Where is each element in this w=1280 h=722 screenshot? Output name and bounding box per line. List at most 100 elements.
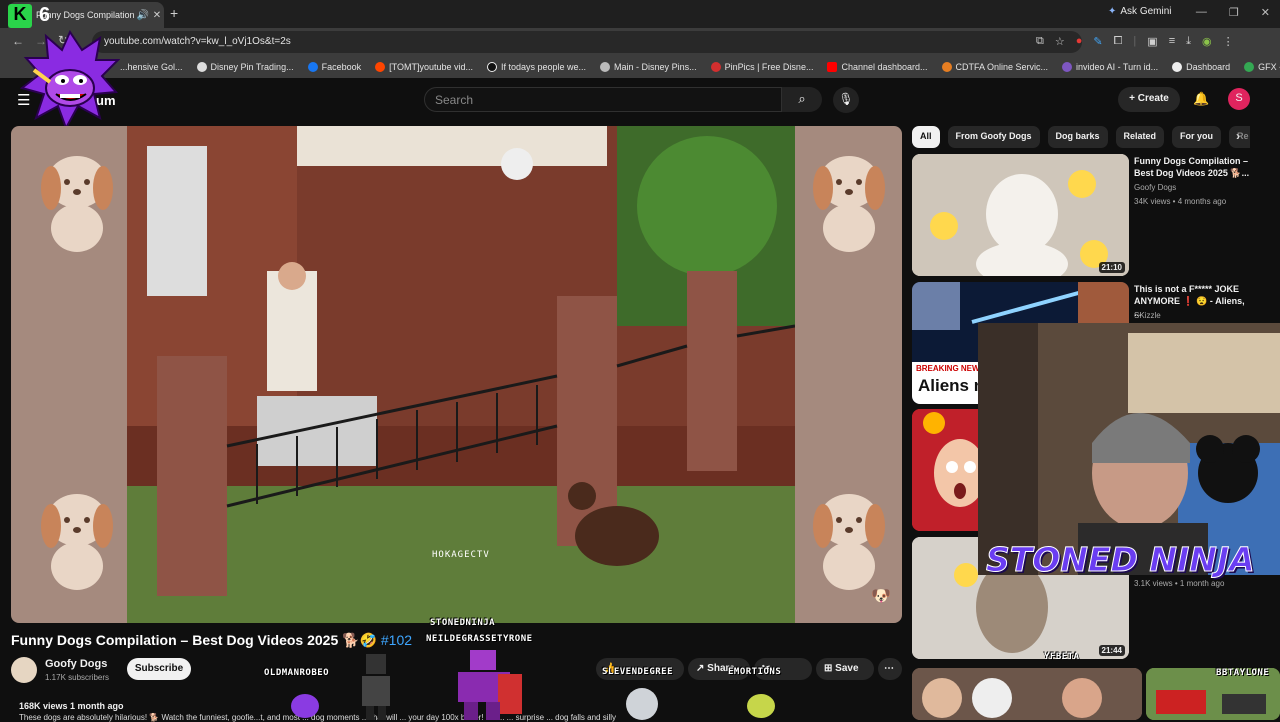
bookmark-item[interactable]: If todays people we... — [486, 62, 586, 72]
tab-audio-icon[interactable]: 🔊 — [136, 10, 150, 21]
purple-mascot-graphic — [20, 30, 120, 130]
youtube-header: ☰ um Search ⌕ 🎙 + Create 🔔 S — [0, 78, 1280, 120]
ask-gemini-button[interactable]: ✦ Ask Gemini — [1108, 6, 1172, 17]
rec-thumbnail[interactable]: 21:10 — [912, 154, 1129, 276]
close-window-icon[interactable]: ✕ — [1261, 6, 1270, 19]
channel-name[interactable]: Goofy Dogs — [45, 658, 107, 670]
chip-related[interactable]: Related — [1115, 126, 1165, 148]
overlay-username: YFBETA — [1044, 652, 1080, 662]
bookmark-item[interactable]: [TOMT]youtube vid... — [375, 62, 473, 72]
separator-icon: | — [1133, 35, 1137, 47]
voice-search-button[interactable]: 🎙 — [833, 87, 859, 113]
dashboard-icon — [1172, 62, 1183, 72]
chat-sprite-purple — [291, 694, 319, 718]
puppy-pattern-graphic — [813, 494, 885, 590]
download-icon[interactable]: ⤓ — [1186, 35, 1191, 48]
subscriber-count: 1.17K subscribers — [45, 673, 110, 682]
bookmark-item[interactable]: PinPics | Free Disne... — [710, 62, 813, 72]
url-text: youtube.com/watch?v=kw_l_oVj1Os&t=2s — [104, 36, 291, 47]
puppy-pattern-graphic — [813, 156, 885, 252]
create-button[interactable]: + Create — [1118, 87, 1180, 112]
rec-duration: 21:10 — [1098, 262, 1125, 273]
extensions-puzzle-icon[interactable]: ⧠ — [1114, 35, 1123, 48]
new-tab-button[interactable]: + — [170, 5, 178, 21]
tiktok-icon — [486, 62, 497, 72]
bookmark-item[interactable]: Disney Pin Trading... — [196, 62, 294, 72]
video-frame[interactable]: HOKAGECTV — [127, 126, 795, 623]
profile-icon[interactable]: ◉ — [1202, 35, 1212, 48]
rec-channel[interactable]: SKizzle — [1134, 310, 1161, 322]
avatar-letter: S — [1235, 92, 1243, 104]
subscribe-button[interactable]: Subscribe — [127, 658, 191, 680]
views-and-date: 168K views 1 month ago — [19, 701, 124, 711]
channel-avatar[interactable] — [11, 657, 37, 683]
overlay-username: STONEDNINJA — [430, 618, 496, 628]
bookmark-item[interactable]: GFX - Google Drive — [1244, 62, 1280, 72]
invideo-icon — [1062, 62, 1073, 72]
menu-dots-icon[interactable]: ⋮ — [1223, 35, 1234, 48]
streamer-name-overlay: STONED NINJA — [986, 540, 1256, 580]
bookmark-item[interactable]: Facebook — [307, 62, 361, 72]
chat-sprite-mummy — [626, 688, 658, 720]
chat-sprite-robot — [362, 654, 390, 720]
video-hashtag[interactable]: #102 — [381, 632, 412, 648]
more-actions-button[interactable]: ⋯ — [878, 658, 902, 680]
bookmark-item[interactable]: CDTFA Online Servic... — [941, 62, 1048, 72]
overlay-username: SLEVENDEGREE — [602, 667, 674, 677]
chip-for-you[interactable]: For you — [1172, 126, 1222, 148]
tab-close-icon[interactable]: ✕ — [150, 10, 164, 21]
ask-gemini-label: Ask Gemini — [1120, 6, 1172, 17]
window-controls: — ❐ ✕ — [1196, 6, 1270, 19]
search-icon: ⌕ — [798, 91, 806, 106]
video-title: Funny Dogs Compilation – Best Dog Videos… — [11, 632, 412, 649]
rec-title[interactable]: Funny Dogs Compilation – Best Dog Videos… — [1134, 155, 1250, 179]
puppy-pattern-graphic — [41, 156, 113, 252]
media-icon[interactable]: ≡ — [1169, 35, 1175, 48]
chip-all[interactable]: All — [912, 126, 940, 148]
search-input[interactable]: Search — [424, 87, 782, 112]
bookmark-item[interactable]: ...hensive Gol... — [120, 62, 183, 72]
aliens-label: Aliens n — [918, 376, 985, 395]
rec-channel[interactable]: Goofy Dogs — [1134, 182, 1176, 194]
restore-icon[interactable]: ❐ — [1229, 6, 1239, 19]
bookmarks-bar: ...hensive Gol... Disney Pin Trading... … — [0, 56, 1280, 78]
chip-dog-barks[interactable]: Dog barks — [1047, 126, 1108, 148]
extension-toolbar: ⧉ ☆ ● ✎ ⧠ | ▣ ≡ ⤓ ◉ ⋮ — [1036, 35, 1234, 48]
stream-logo-k: K — [8, 4, 32, 28]
search-button[interactable]: ⌕ — [782, 87, 822, 112]
youtube-studio-icon — [827, 62, 838, 72]
account-avatar[interactable]: S — [1228, 88, 1250, 110]
minimize-icon[interactable]: — — [1196, 6, 1207, 19]
gemini-icon: ✦ — [1108, 6, 1117, 17]
save-button[interactable]: ⊞ Save — [816, 658, 874, 680]
rec-meta: 3.1K views • 1 month ago — [1134, 579, 1225, 588]
rec-thumbnail[interactable] — [912, 668, 1142, 720]
extension-translate-icon[interactable]: ✎ — [1093, 35, 1102, 48]
more-dots-icon: ⋯ — [884, 663, 894, 674]
facebook-icon — [307, 62, 318, 72]
pinpics-icon — [710, 62, 721, 72]
bookmark-item[interactable]: Channel dashboard... — [827, 62, 928, 72]
disney-pin-icon — [196, 62, 207, 72]
url-field[interactable]: youtube.com/watch?v=kw_l_oVj1Os&t=2s — [92, 31, 1082, 53]
install-icon[interactable]: ⧉ — [1036, 35, 1044, 48]
bookmark-item[interactable]: Dashboard — [1172, 62, 1230, 72]
bookmark-star-icon[interactable]: ☆ — [1055, 35, 1065, 48]
rec-thumbnail-graphic — [912, 668, 1142, 720]
chip-from-goofy-dogs[interactable]: From Goofy Dogs — [947, 126, 1040, 148]
stream-logo-number: 6 — [39, 4, 51, 26]
chevron-right-icon[interactable]: › — [1236, 129, 1240, 143]
google-drive-icon — [1244, 62, 1255, 72]
extension-red-icon[interactable]: ● — [1076, 35, 1083, 48]
sidepanel-icon[interactable]: ▣ — [1147, 35, 1157, 48]
bookmark-item[interactable]: Main - Disney Pins... — [600, 62, 697, 72]
save-label: Save — [835, 663, 859, 674]
video-player[interactable]: HOKAGECTV 🐶 — [11, 126, 902, 623]
bookmark-item[interactable]: invideo AI - Turn id... — [1062, 62, 1158, 72]
overlay-username: OLDMANROBEO — [264, 668, 330, 678]
notifications-bell-icon[interactable]: 🔔 — [1193, 91, 1209, 107]
video-watermark: HOKAGECTV — [432, 550, 490, 560]
search-placeholder: Search — [435, 93, 474, 107]
breaking-news-label: BREAKING NEWS — [916, 364, 985, 373]
cdtfa-icon — [941, 62, 952, 72]
